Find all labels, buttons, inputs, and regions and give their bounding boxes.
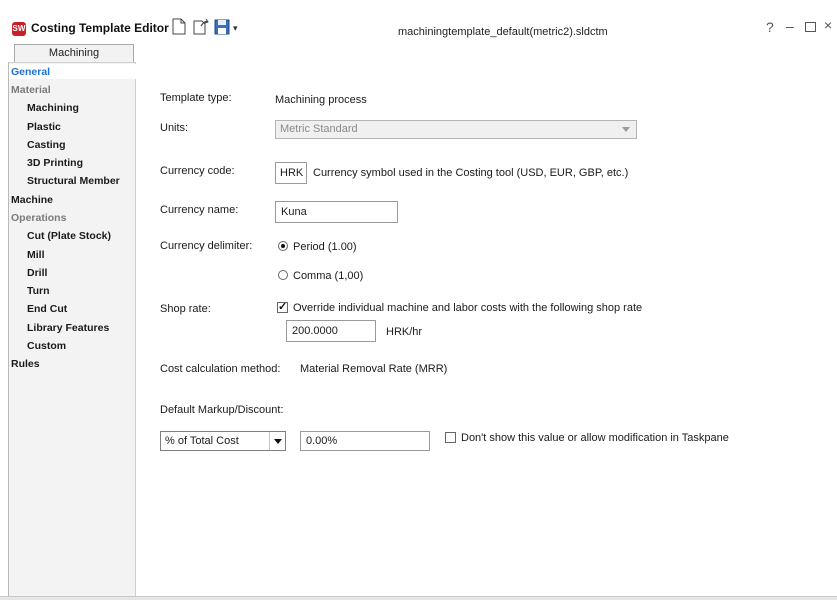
sidebar-item-rules[interactable]: Rules — [11, 358, 40, 370]
title-bar: SW Costing Template Editor ▾ machiningte… — [0, 0, 837, 44]
shop-rate-unit: HRK/hr — [386, 326, 423, 338]
sidebar-item-end-cut[interactable]: End Cut — [27, 303, 67, 315]
delimiter-comma-label[interactable]: Comma (1,00) — [293, 270, 363, 282]
markup-value-input[interactable]: 0.00% — [300, 431, 430, 451]
shop-rate-override-checkbox[interactable] — [277, 300, 288, 313]
sidebar-item-machining[interactable]: Machining — [27, 102, 79, 114]
general-settings-panel — [137, 62, 837, 598]
window-bottom-edge — [0, 596, 837, 600]
delimiter-period-radio[interactable] — [278, 241, 288, 251]
sidebar-item-casting[interactable]: Casting — [27, 139, 66, 151]
sidebar-item-cut-plate-stock[interactable]: Cut (Plate Stock) — [27, 230, 111, 242]
sidebar-item-turn[interactable]: Turn — [27, 285, 50, 297]
sidebar-item-general[interactable]: General — [11, 66, 50, 78]
units-label: Units: — [160, 122, 189, 134]
close-icon[interactable]: × — [824, 17, 832, 33]
sidebar-item-operations[interactable]: Operations — [11, 212, 66, 224]
save-icon[interactable] — [214, 18, 230, 36]
help-icon[interactable]: ? — [766, 19, 774, 35]
cost-method-value: Material Removal Rate (MRR) — [300, 363, 448, 375]
currency-code-label: Currency code: — [160, 165, 235, 177]
shop-rate-override-label[interactable]: Override individual machine and labor co… — [293, 302, 642, 314]
new-file-icon[interactable] — [172, 18, 186, 36]
delimiter-period-label[interactable]: Period (1.00) — [293, 241, 357, 253]
minimize-icon[interactable]: – — [786, 18, 794, 34]
document-title: machiningtemplate_default(metric2).sldct… — [398, 26, 608, 38]
sidebar-item-plastic[interactable]: Plastic — [27, 121, 61, 133]
markup-hide-checkbox[interactable] — [445, 432, 456, 443]
sidebar-item-drill[interactable]: Drill — [27, 267, 47, 279]
markup-hide-label[interactable]: Don't show this value or allow modificat… — [461, 432, 729, 444]
delimiter-comma-radio[interactable] — [278, 270, 288, 280]
currency-name-label: Currency name: — [160, 204, 239, 216]
app-logo-icon: SW — [12, 22, 26, 36]
currency-delimiter-label: Currency delimiter: — [160, 240, 253, 252]
template-type-value: Machining process — [275, 94, 367, 106]
window-left-edge — [0, 62, 9, 600]
cost-method-label: Cost calculation method: — [160, 363, 281, 375]
currency-name-input[interactable]: Kuna — [275, 201, 398, 223]
maximize-icon[interactable] — [805, 22, 816, 32]
sidebar-item-custom[interactable]: Custom — [27, 340, 66, 352]
sidebar-item-3d-printing[interactable]: 3D Printing — [27, 157, 83, 169]
tab-machining[interactable]: Machining — [14, 44, 134, 62]
units-select: Metric Standard — [275, 120, 637, 139]
template-type-label: Template type: — [160, 92, 232, 104]
chevron-down-icon — [622, 127, 630, 132]
shop-rate-input[interactable]: 200.0000 — [286, 320, 376, 342]
sidebar-item-machine[interactable]: Machine — [11, 194, 53, 206]
sidebar-item-library-features[interactable]: Library Features — [27, 322, 109, 334]
sidebar-item-structural-member[interactable]: Structural Member — [27, 175, 120, 187]
units-select-value: Metric Standard — [280, 123, 358, 135]
app-title: Costing Template Editor — [31, 21, 169, 35]
currency-code-hint: Currency symbol used in the Costing tool… — [313, 167, 629, 179]
markup-label: Default Markup/Discount: — [160, 404, 284, 416]
markup-type-value: % of Total Cost — [165, 435, 239, 447]
sidebar-item-mill[interactable]: Mill — [27, 249, 45, 261]
currency-code-input[interactable]: HRK — [275, 162, 307, 184]
shop-rate-label: Shop rate: — [160, 303, 211, 315]
open-file-icon[interactable] — [193, 18, 209, 36]
sidebar-item-material[interactable]: Material — [11, 84, 51, 96]
markup-type-select[interactable]: % of Total Cost — [160, 431, 286, 451]
save-dropdown-icon[interactable]: ▾ — [233, 24, 239, 42]
chevron-down-icon[interactable] — [269, 432, 285, 450]
